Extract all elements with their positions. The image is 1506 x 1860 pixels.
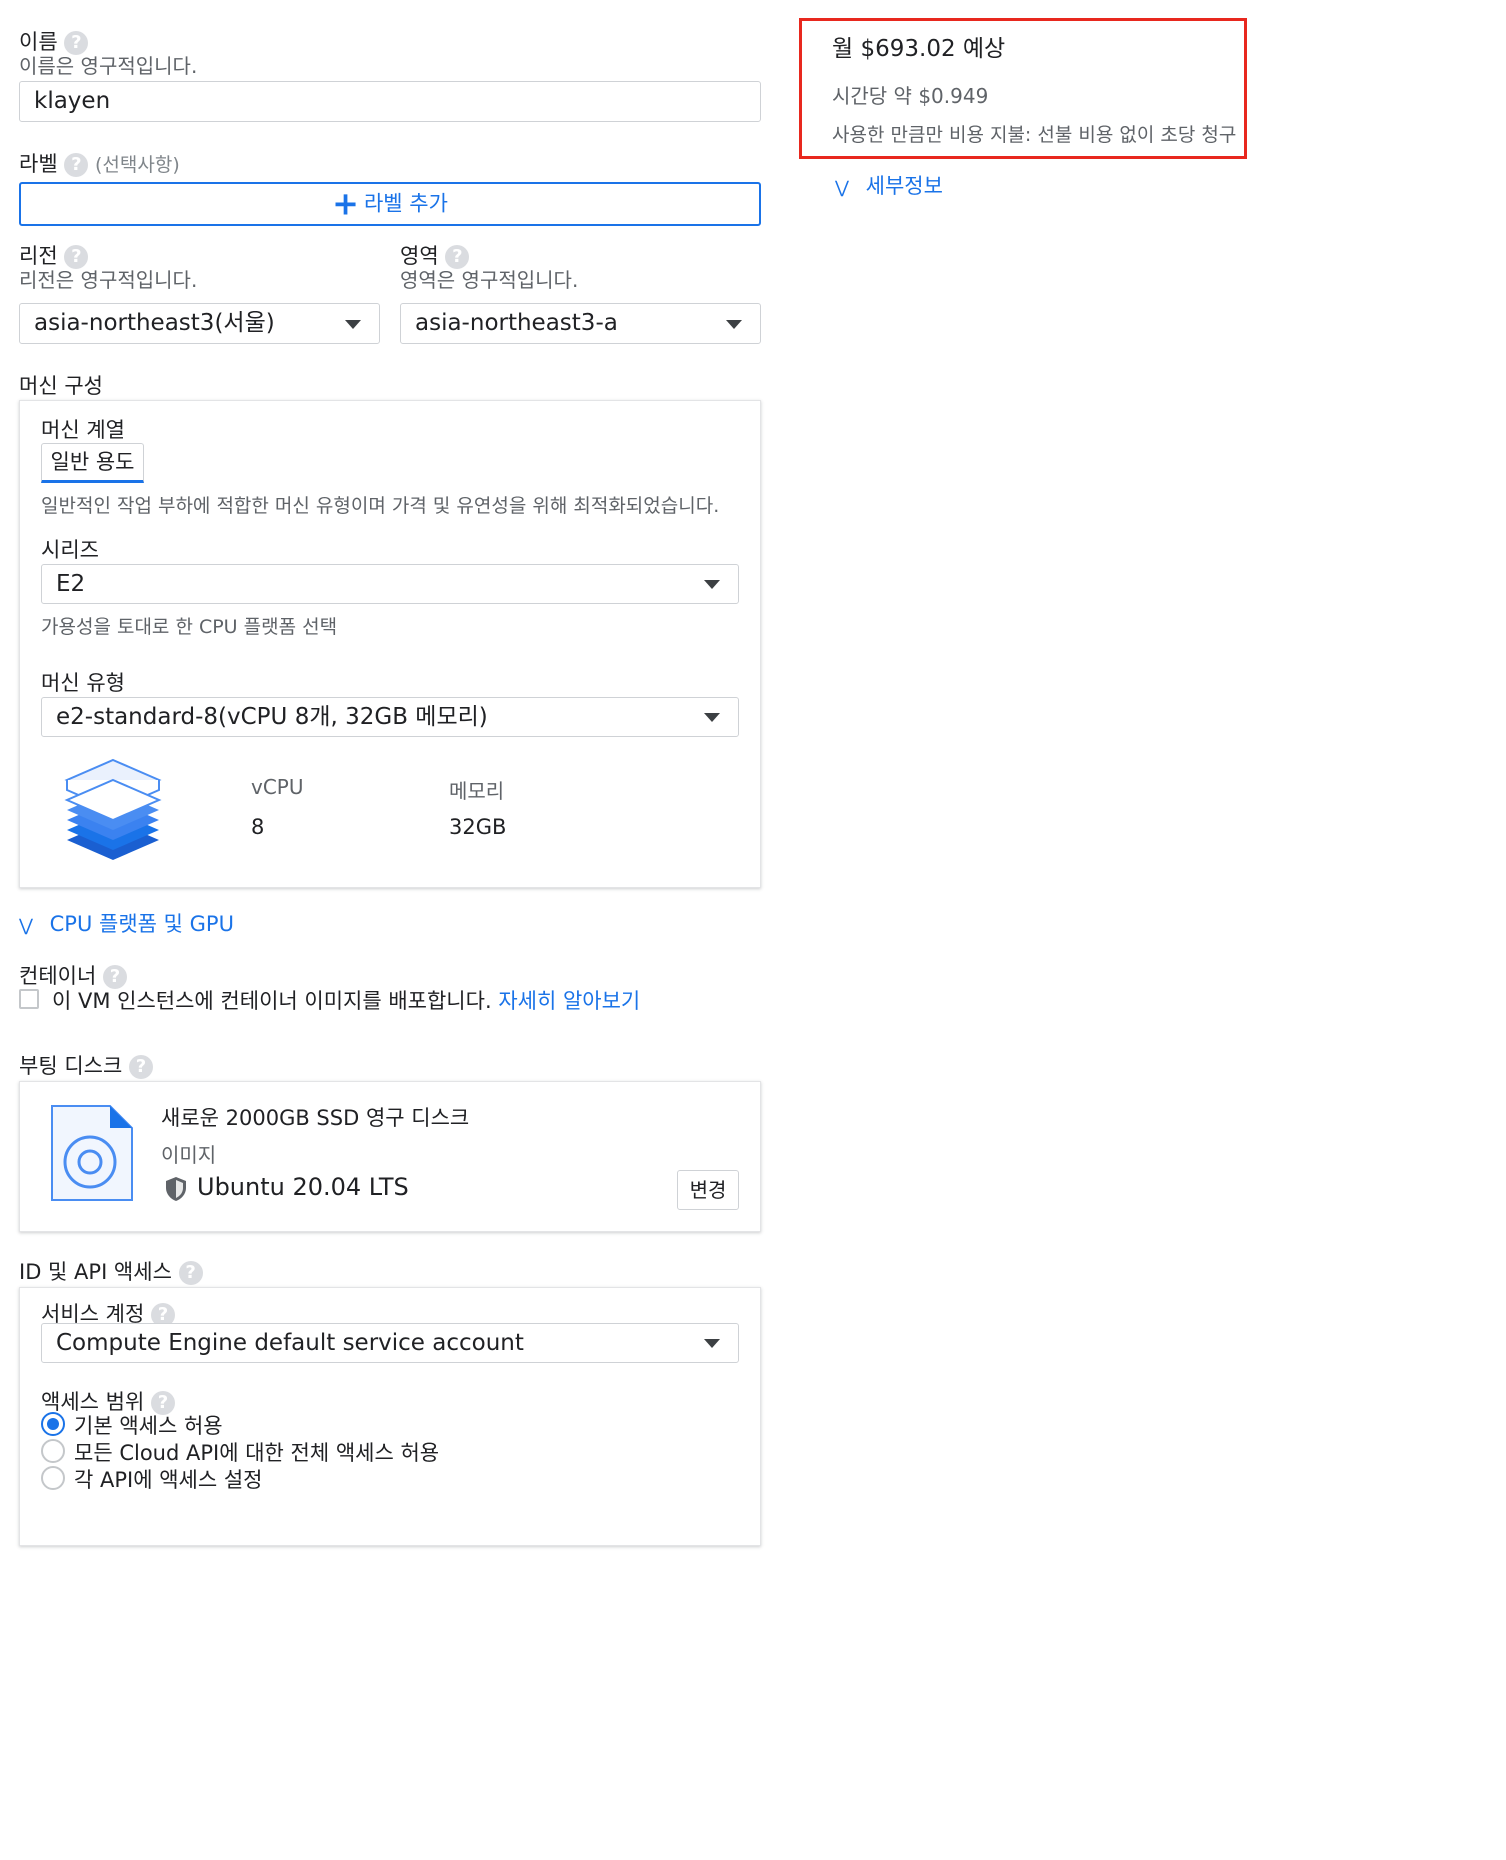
boot-disk-help-icon[interactable]: ? xyxy=(128,1055,153,1079)
labels-label-row: 라벨 ? (선택사항) xyxy=(19,148,180,178)
pricing-monthly: 월 $693.02 예상 xyxy=(832,36,1006,62)
zone-dropdown-icon xyxy=(726,320,742,329)
service-account-dropdown-icon xyxy=(704,1339,720,1348)
container-checkbox[interactable] xyxy=(19,989,39,1009)
machine-config-card: 머신 계열 일반 용도 일반적인 작업 부하에 적합한 머신 유형이며 가격 및… xyxy=(19,400,761,888)
memory-value: 32GB xyxy=(449,815,507,839)
scope-radio-default[interactable] xyxy=(41,1412,65,1436)
labels-help-icon[interactable]: ? xyxy=(64,153,89,177)
cpu-gpu-toggle-label: CPU 플랫폼 및 GPU xyxy=(49,912,234,936)
scope-radio-full[interactable] xyxy=(41,1439,65,1463)
name-input[interactable]: klayen xyxy=(19,81,761,122)
region-select[interactable]: asia-northeast3(서울) xyxy=(19,303,380,344)
add-label-text: 라벨 추가 xyxy=(363,191,448,216)
pricing-hourly: 시간당 약 $0.949 xyxy=(832,84,989,108)
pricing-note: 사용한 만큼만 비용 지불: 선불 비용 없이 초당 청구 xyxy=(832,124,1237,146)
scope-option-per-api: 각 API에 액세스 설정 xyxy=(74,1468,263,1492)
shield-icon xyxy=(164,1176,188,1202)
change-boot-disk-button[interactable]: 변경 xyxy=(677,1170,739,1210)
series-value: E2 xyxy=(56,571,86,597)
region-value: asia-northeast3(서울) xyxy=(34,310,275,336)
cpu-gpu-toggle[interactable]: ⋁ CPU 플랫폼 및 GPU xyxy=(19,908,234,938)
vcpu-value: 8 xyxy=(251,815,265,839)
machine-family-tab-general[interactable]: 일반 용도 xyxy=(41,443,144,483)
machine-type-value: e2-standard-8(vCPU 8개, 32GB 메모리) xyxy=(56,704,488,730)
identity-help-icon[interactable]: ? xyxy=(178,1261,203,1285)
boot-disk-image-label: 이미지 xyxy=(161,1143,217,1167)
identity-card: 서비스 계정 ? Compute Engine default service … xyxy=(19,1287,761,1546)
boot-disk-label: 부팅 디스크 xyxy=(19,1054,123,1078)
boot-disk-card: 새로운 2000GB SSD 영구 디스크 이미지 Ubuntu 20.04 L… xyxy=(19,1081,761,1232)
vcpu-label: vCPU xyxy=(251,775,304,799)
name-input-value: klayen xyxy=(34,88,111,114)
labels-optional: (선택사항) xyxy=(95,154,180,176)
details-chevron-down-icon: ⋁ xyxy=(835,178,849,198)
container-learn-more-link[interactable]: 자세히 알아보기 xyxy=(498,989,640,1013)
stack-layers-icon xyxy=(64,757,162,862)
memory-label: 메모리 xyxy=(449,779,505,803)
pricing-details-toggle[interactable]: ⋁ 세부정보 xyxy=(835,170,943,200)
identity-label: ID 및 API 액세스 xyxy=(19,1260,172,1284)
labels-label: 라벨 xyxy=(19,152,58,176)
series-label: 시리즈 xyxy=(41,538,99,562)
disk-file-icon xyxy=(50,1104,134,1202)
boot-disk-image-name: Ubuntu 20.04 LTS xyxy=(197,1173,409,1201)
add-label-button[interactable]: + 라벨 추가 xyxy=(19,182,761,226)
scope-option-full: 모든 Cloud API에 대한 전체 액세스 허용 xyxy=(74,1441,440,1465)
series-hint: 가용성을 토대로 한 CPU 플랫폼 선택 xyxy=(41,616,338,638)
series-dropdown-icon xyxy=(704,580,720,589)
plus-icon: + xyxy=(332,184,359,223)
boot-disk-label-row: 부팅 디스크 ? xyxy=(19,1050,153,1080)
chevron-down-icon: ⋁ xyxy=(19,916,33,936)
scope-radio-per-api[interactable] xyxy=(41,1466,65,1490)
machine-type-label: 머신 유형 xyxy=(41,671,125,695)
scope-option-default: 기본 액세스 허용 xyxy=(74,1414,223,1438)
region-dropdown-icon xyxy=(345,320,361,329)
identity-label-row: ID 및 API 액세스 ? xyxy=(19,1256,203,1286)
service-account-select[interactable]: Compute Engine default service account xyxy=(41,1323,739,1363)
machine-type-dropdown-icon xyxy=(704,713,720,722)
series-select[interactable]: E2 xyxy=(41,564,739,604)
machine-type-select[interactable]: e2-standard-8(vCPU 8개, 32GB 메모리) xyxy=(41,697,739,737)
machine-family-desc: 일반적인 작업 부하에 적합한 머신 유형이며 가격 및 유연성을 위해 최적화… xyxy=(41,495,720,517)
zone-hint: 영역은 영구적입니다. xyxy=(400,268,579,292)
machine-family-label: 머신 계열 xyxy=(41,418,125,442)
machine-config-title: 머신 구성 xyxy=(19,374,103,398)
container-checkbox-row: 이 VM 인스턴스에 컨테이너 이미지를 배포합니다. 자세히 알아보기 xyxy=(52,985,640,1015)
container-checkbox-text: 이 VM 인스턴스에 컨테이너 이미지를 배포합니다. xyxy=(52,989,492,1013)
change-boot-disk-label: 변경 xyxy=(689,1178,727,1202)
pricing-details-label: 세부정보 xyxy=(865,174,943,198)
zone-value: asia-northeast3-a xyxy=(415,310,618,336)
service-account-value: Compute Engine default service account xyxy=(56,1330,524,1356)
machine-family-tab-label: 일반 용도 xyxy=(50,450,135,474)
zone-select[interactable]: asia-northeast3-a xyxy=(400,303,761,344)
name-hint: 이름은 영구적입니다. xyxy=(19,54,198,78)
region-hint: 리전은 영구적입니다. xyxy=(19,268,198,292)
pricing-summary-box: 월 $693.02 예상 시간당 약 $0.949 사용한 만큼만 비용 지불:… xyxy=(799,18,1247,159)
boot-disk-title: 새로운 2000GB SSD 영구 디스크 xyxy=(161,1106,470,1130)
